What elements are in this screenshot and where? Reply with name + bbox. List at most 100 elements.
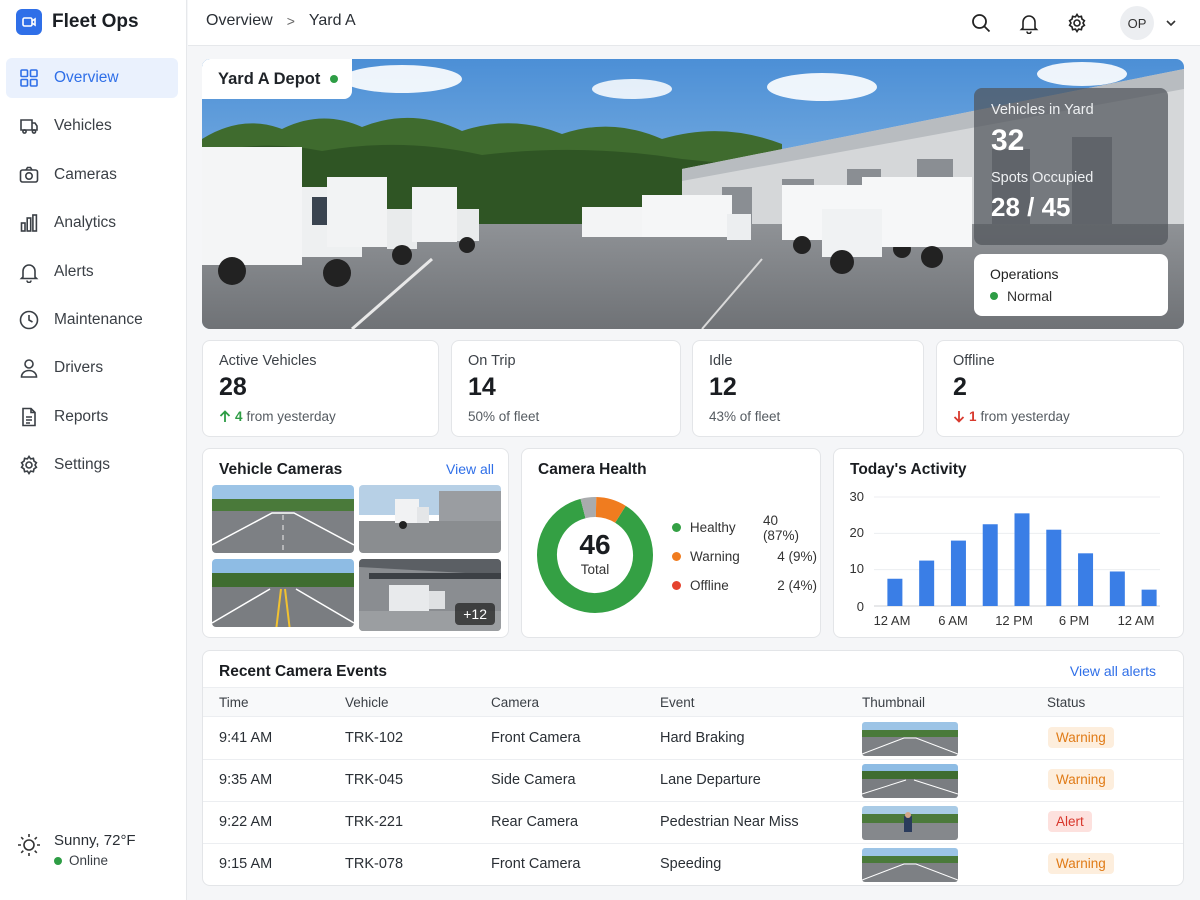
activity-bar[interactable] [1078,553,1094,606]
event-thumbnail[interactable] [862,806,958,840]
brand[interactable]: Fleet Ops [16,8,139,36]
table-row[interactable]: 9:15 AM TRK-078 Front Camera Speeding Wa… [203,844,1183,886]
view-all-cameras-link[interactable]: View all [446,461,494,477]
legend-value: 40 (87%) [762,512,799,543]
camera-thumbnail[interactable]: +12 [359,559,501,631]
legend-offline: Offline 2 (4%) [672,571,817,600]
legend-healthy: Healthy 40 (87%) [672,512,817,543]
gear-icon [20,455,38,476]
operations-status-dot [990,292,998,300]
chevron-down-icon [1166,20,1176,27]
column-header-thumbnail: Thumbnail [862,695,926,710]
kpi-active-vehicles[interactable]: Active Vehicles 28 4 from yesterday [202,340,439,437]
column-header-time[interactable]: Time [219,695,249,710]
sidebar-item-drivers[interactable]: Drivers [6,348,178,388]
app-logo-icon [16,9,42,35]
spots-occupied-label: Spots Occupied [991,170,1094,186]
operations-status: Normal [1007,288,1053,304]
sidebar: Fleet Ops Overview Vehicles Cameras Anal… [0,0,187,900]
table-row[interactable]: 9:35 AM TRK-045 Side Camera Lane Departu… [203,760,1183,802]
activity-bar[interactable] [1109,571,1125,606]
activity-bar[interactable] [1014,513,1030,606]
user-icon [20,359,38,379]
sidebar-item-alerts[interactable]: Alerts [6,252,178,292]
kpi-delta: 4 [235,409,243,424]
depot-title: Yard A Depot [218,69,321,88]
sidebar-item-settings[interactable]: Settings [6,445,178,485]
document-icon [22,407,36,427]
event-vehicle: TRK-221 [345,814,404,830]
sidebar-item-vehicles[interactable]: Vehicles [6,106,178,146]
card-title: Vehicle Cameras [219,461,343,478]
legend-value: 4 (9%) [777,549,817,564]
sidebar-item-label: Overview [54,69,119,86]
card-title: Camera Health [538,461,647,478]
column-header-camera[interactable]: Camera [491,695,539,710]
sidebar-item-analytics[interactable]: Analytics [6,203,178,243]
donut-total: 46 [579,529,611,560]
sun-icon [18,834,40,856]
kpi-offline[interactable]: Offline 2 1 from yesterday [936,340,1184,437]
activity-bar[interactable] [1046,529,1062,606]
x-tick: 12 AM [1118,613,1155,628]
legend-name: Warning [690,549,740,564]
clock-icon [19,310,39,330]
table-row[interactable]: 9:22 AM TRK-221 Rear Camera Pedestrian N… [203,802,1183,844]
event-thumbnail[interactable] [862,722,958,756]
kpi-label: Offline [953,353,995,369]
yard-hero: Yard A Depot Vehicles in Yard 32 Spots O… [202,59,1184,329]
column-header-event[interactable]: Event [660,695,695,710]
camera-thumbnail[interactable] [212,485,354,553]
event-thumbnail[interactable] [862,848,958,882]
settings-button[interactable] [1062,7,1092,39]
donut-center: 46 Total [536,529,654,577]
activity-bar-chart: 30 20 10 0 12 AM 6 AM 12 PM 6 PM 12 AM [850,489,1160,628]
arrow-up-icon [219,410,231,422]
event-time: 9:41 AM [219,730,273,746]
view-all-alerts-link[interactable]: View all alerts [1070,663,1156,679]
x-tick: 6 AM [938,613,968,628]
table-row[interactable]: 9:41 AM TRK-102 Front Camera Hard Brakin… [203,718,1183,760]
top-bar: Overview > Yard A OP [188,0,1200,46]
activity-bar[interactable] [1141,589,1157,606]
breadcrumb-overview[interactable]: Overview [206,12,273,30]
activity-bar[interactable] [950,540,966,606]
column-header-status[interactable]: Status [1047,695,1085,710]
depot-status-dot [330,75,339,83]
app-name: Fleet Ops [52,11,139,32]
notifications-button[interactable] [1014,7,1044,39]
status-badge: Warning [1048,727,1114,748]
sidebar-item-label: Alerts [54,262,94,280]
camera-thumbnail[interactable] [212,559,354,627]
event-vehicle: TRK-045 [345,772,404,788]
sidebar-item-maintenance[interactable]: Maintenance [6,300,178,340]
event-thumbnail[interactable] [862,764,958,798]
bell-icon [19,263,39,283]
kpi-on-trip[interactable]: On Trip 14 50% of fleet [451,340,681,437]
account-menu-button[interactable] [1164,7,1178,39]
sidebar-item-reports[interactable]: Reports [6,397,178,437]
kpi-value: 28 [219,373,247,401]
sidebar-item-cameras[interactable]: Cameras [6,155,178,195]
avatar[interactable]: OP [1120,6,1154,40]
sidebar-nav: Overview Vehicles Cameras Analytics Aler… [6,58,178,494]
column-header-vehicle[interactable]: Vehicle [345,695,389,710]
y-tick: 0 [857,599,864,614]
status-badge: Warning [1048,853,1114,874]
y-tick: 20 [850,525,864,540]
activity-bar[interactable] [982,524,998,606]
x-tick: 12 PM [995,613,1033,628]
sidebar-item-overview[interactable]: Overview [6,58,178,98]
kpi-idle[interactable]: Idle 12 43% of fleet [692,340,924,437]
activity-bar[interactable] [887,578,903,606]
kpi-delta: 1 [969,409,977,424]
kpi-label: Idle [709,353,733,369]
search-button[interactable] [966,7,996,39]
weather-widget: Sunny, 72°F Online [16,832,136,868]
vehicles-in-yard-value: 32 [991,124,1025,157]
activity-bar[interactable] [919,560,935,606]
sidebar-item-label: Settings [54,456,111,474]
legend-swatch [672,581,681,590]
camera-thumbnail[interactable] [359,485,501,553]
more-cameras-badge[interactable]: +12 [455,603,495,625]
